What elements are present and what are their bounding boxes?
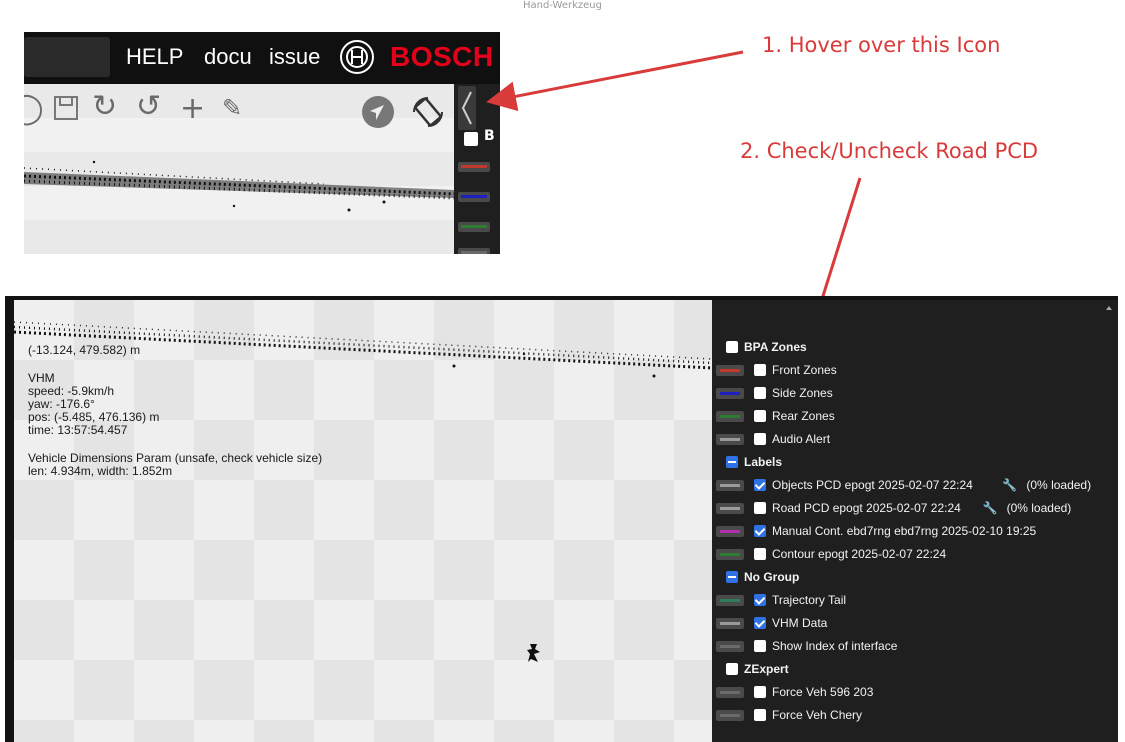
layer-label: Rear Zones	[772, 409, 835, 423]
checkbox-contour-epogt-2025-02-07-22-24[interactable]	[754, 548, 766, 560]
layer-row-front-zones[interactable]: Front Zones	[712, 359, 1118, 381]
layer-panel: BPA Zones Front Zones Side Zones Rear Zones…	[712, 300, 1118, 742]
checkbox-labels[interactable]	[726, 456, 738, 468]
legend-swatch	[716, 526, 744, 537]
legend-swatch	[716, 365, 744, 376]
layer-label: Front Zones	[772, 363, 837, 377]
layer-row-show-index-of-interface[interactable]: Show Index of interface	[712, 635, 1118, 657]
scroll-up-icon[interactable]	[1106, 306, 1112, 310]
legend-swatch	[716, 710, 744, 721]
wrench-icon[interactable]: 🔧	[1002, 478, 1017, 492]
layer-row-audio-alert[interactable]: Audio Alert	[712, 428, 1118, 450]
legend-swatch	[716, 641, 744, 652]
vehicle-dims-values: len: 4.934m, width: 1.852m	[28, 464, 173, 478]
wrench-icon[interactable]: 🔧	[983, 501, 998, 515]
legend-swatch	[716, 595, 744, 606]
layer-row-side-zones[interactable]: Side Zones	[712, 382, 1118, 404]
layer-label: Objects PCD epogt 2025-02-07 22:24	[772, 478, 973, 492]
layer-group-no-group[interactable]: No Group	[712, 566, 1118, 588]
legend-swatch	[716, 388, 744, 399]
vhm-time: time: 13:57:54.457	[28, 423, 128, 437]
layer-label: Force Veh 596 203	[772, 685, 874, 699]
checkbox-force-veh-596-203[interactable]	[754, 686, 766, 698]
checkbox-objects-pcd-epogt-2025-02-07-22-24[interactable]	[754, 479, 766, 491]
legend-swatch	[716, 503, 744, 514]
layer-row-force-veh-596-203[interactable]: Force Veh 596 203	[712, 681, 1118, 703]
layer-group-labels[interactable]: Labels	[712, 451, 1118, 473]
layer-group-bpa-zones[interactable]: BPA Zones	[712, 336, 1118, 358]
checkbox-bpa-zones[interactable]	[726, 341, 738, 353]
layer-label: Trajectory Tail	[772, 593, 847, 607]
layer-label: Contour epogt 2025-02-07 22:24	[772, 547, 947, 561]
layer-row-force-veh-chery[interactable]: Force Veh Chery	[712, 704, 1118, 726]
checkbox-rear-zones[interactable]	[754, 410, 766, 422]
layer-label: Show Index of interface	[772, 639, 898, 653]
layer-label: ZExpert	[744, 662, 789, 676]
legend-swatch	[716, 618, 744, 629]
checkbox-show-index-of-interface[interactable]	[754, 640, 766, 652]
checkbox-no-group[interactable]	[726, 571, 738, 583]
layer-row-vhm-data[interactable]: VHM Data	[712, 612, 1118, 634]
vehicle-marker-icon	[527, 644, 540, 662]
layer-label: No Group	[744, 570, 800, 584]
checkbox-vhm-data[interactable]	[754, 617, 766, 629]
layer-label: Force Veh Chery	[772, 708, 863, 722]
legend-swatch	[716, 549, 744, 560]
checkbox-side-zones[interactable]	[754, 387, 766, 399]
layer-row-objects-pcd-epogt-2025-02-07-22-24[interactable]: Objects PCD epogt 2025-02-07 22:24 🔧 (0% l…	[712, 474, 1118, 496]
legend-swatch	[716, 687, 744, 698]
bottom-screenshot: (-13.124, 479.582) m VHM speed: -5.9km/h…	[5, 296, 1118, 742]
layer-row-contour-epogt-2025-02-07-22-24[interactable]: Contour epogt 2025-02-07 22:24	[712, 543, 1118, 565]
checkbox-zexpert[interactable]	[726, 663, 738, 675]
layer-label: Manual Cont. ebd7rng ebd7rng 2025-02-10 …	[772, 524, 1037, 538]
layer-label: BPA Zones	[744, 340, 807, 354]
checkbox-trajectory-tail[interactable]	[754, 594, 766, 606]
layer-label: VHM Data	[772, 616, 828, 630]
legend-swatch	[716, 434, 744, 445]
annotation-step1: 1. Hover over this Icon	[762, 33, 1001, 57]
layer-row-trajectory-tail[interactable]: Trajectory Tail	[712, 589, 1118, 611]
layer-label: Side Zones	[772, 386, 833, 400]
layer-row-manual-cont-ebd7rng-ebd7rng-2025-02-10-19-25[interactable]: Manual Cont. ebd7rng ebd7rng 2025-02-10 …	[712, 520, 1118, 542]
checkbox-road-pcd-epogt-2025-02-07-22-24[interactable]	[754, 502, 766, 514]
map-canvas[interactable]: (-13.124, 479.582) m VHM speed: -5.9km/h…	[14, 300, 712, 742]
load-status: (0% loaded)	[1026, 478, 1092, 492]
layer-row-road-pcd-epogt-2025-02-07-22-24[interactable]: Road PCD epogt 2025-02-07 22:24 🔧 (0% load…	[712, 497, 1118, 519]
checkbox-front-zones[interactable]	[754, 364, 766, 376]
load-status: (0% loaded)	[1006, 501, 1072, 515]
layer-label: Labels	[744, 455, 783, 469]
layer-label: Road PCD epogt 2025-02-07 22:24	[772, 501, 961, 515]
layer-group-zexpert[interactable]: ZExpert	[712, 658, 1118, 680]
annotation-step2: 2. Check/Uncheck Road PCD	[740, 139, 1039, 163]
cursor-position: (-13.124, 479.582) m	[28, 343, 141, 357]
checkbox-audio-alert[interactable]	[754, 433, 766, 445]
layer-label: Audio Alert	[772, 432, 831, 446]
checkbox-force-veh-chery[interactable]	[754, 709, 766, 721]
layer-row-rear-zones[interactable]: Rear Zones	[712, 405, 1118, 427]
checkbox-manual-cont-ebd7rng-ebd7rng-2025-02-10-19-25[interactable]	[754, 525, 766, 537]
legend-swatch	[716, 480, 744, 491]
legend-swatch	[716, 411, 744, 422]
